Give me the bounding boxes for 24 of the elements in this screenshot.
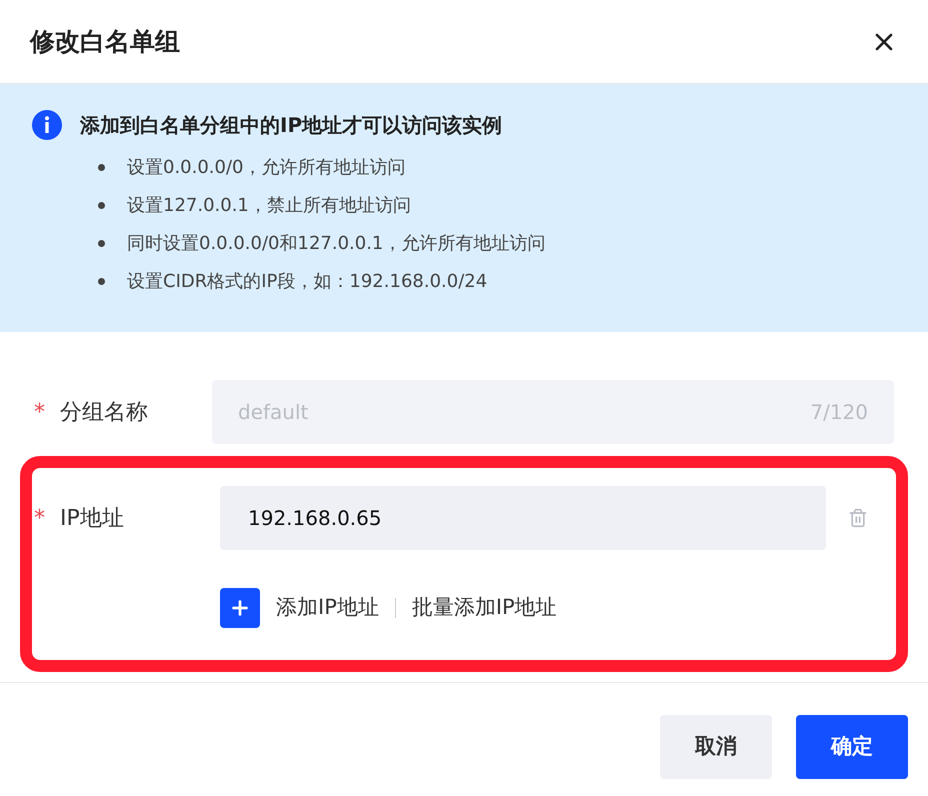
notice-title: 添加到白名单分组中的IP地址才可以访问该实例 (80, 112, 502, 139)
group-name-input[interactable]: default (238, 397, 538, 427)
batch-add-link[interactable]: 批量添加IP地址 (412, 592, 557, 624)
notice-item: 设置CIDR格式的IP段，如：192.168.0.0/24 (127, 270, 488, 294)
confirm-button[interactable]: 确定 (796, 715, 908, 779)
ip-input[interactable]: 192.168.0.65 (220, 486, 826, 550)
character-counter: 7/120 (810, 399, 868, 426)
required-mark: * (34, 400, 45, 424)
required-mark: * (34, 506, 45, 530)
bullet-icon (98, 164, 105, 171)
plus-icon (229, 597, 251, 619)
notice-item: 设置127.0.0.1，禁止所有地址访问 (127, 194, 411, 218)
add-ip-link[interactable]: 添加IP地址 (276, 592, 379, 624)
dialog-title: 修改白名单组 (30, 26, 180, 58)
info-icon (32, 110, 62, 140)
add-button[interactable] (220, 588, 260, 628)
notice-item: 同时设置0.0.0.0/0和127.0.0.1，允许所有地址访问 (127, 232, 546, 256)
bullet-icon (98, 202, 105, 209)
field-label: 分组名称 (60, 398, 149, 426)
cancel-button[interactable]: 取消 (660, 715, 772, 779)
field-label: IP地址 (60, 504, 125, 532)
bullet-icon (98, 240, 105, 247)
notice-item: 设置0.0.0.0/0，允许所有地址访问 (127, 156, 406, 180)
bullet-icon (98, 278, 105, 285)
